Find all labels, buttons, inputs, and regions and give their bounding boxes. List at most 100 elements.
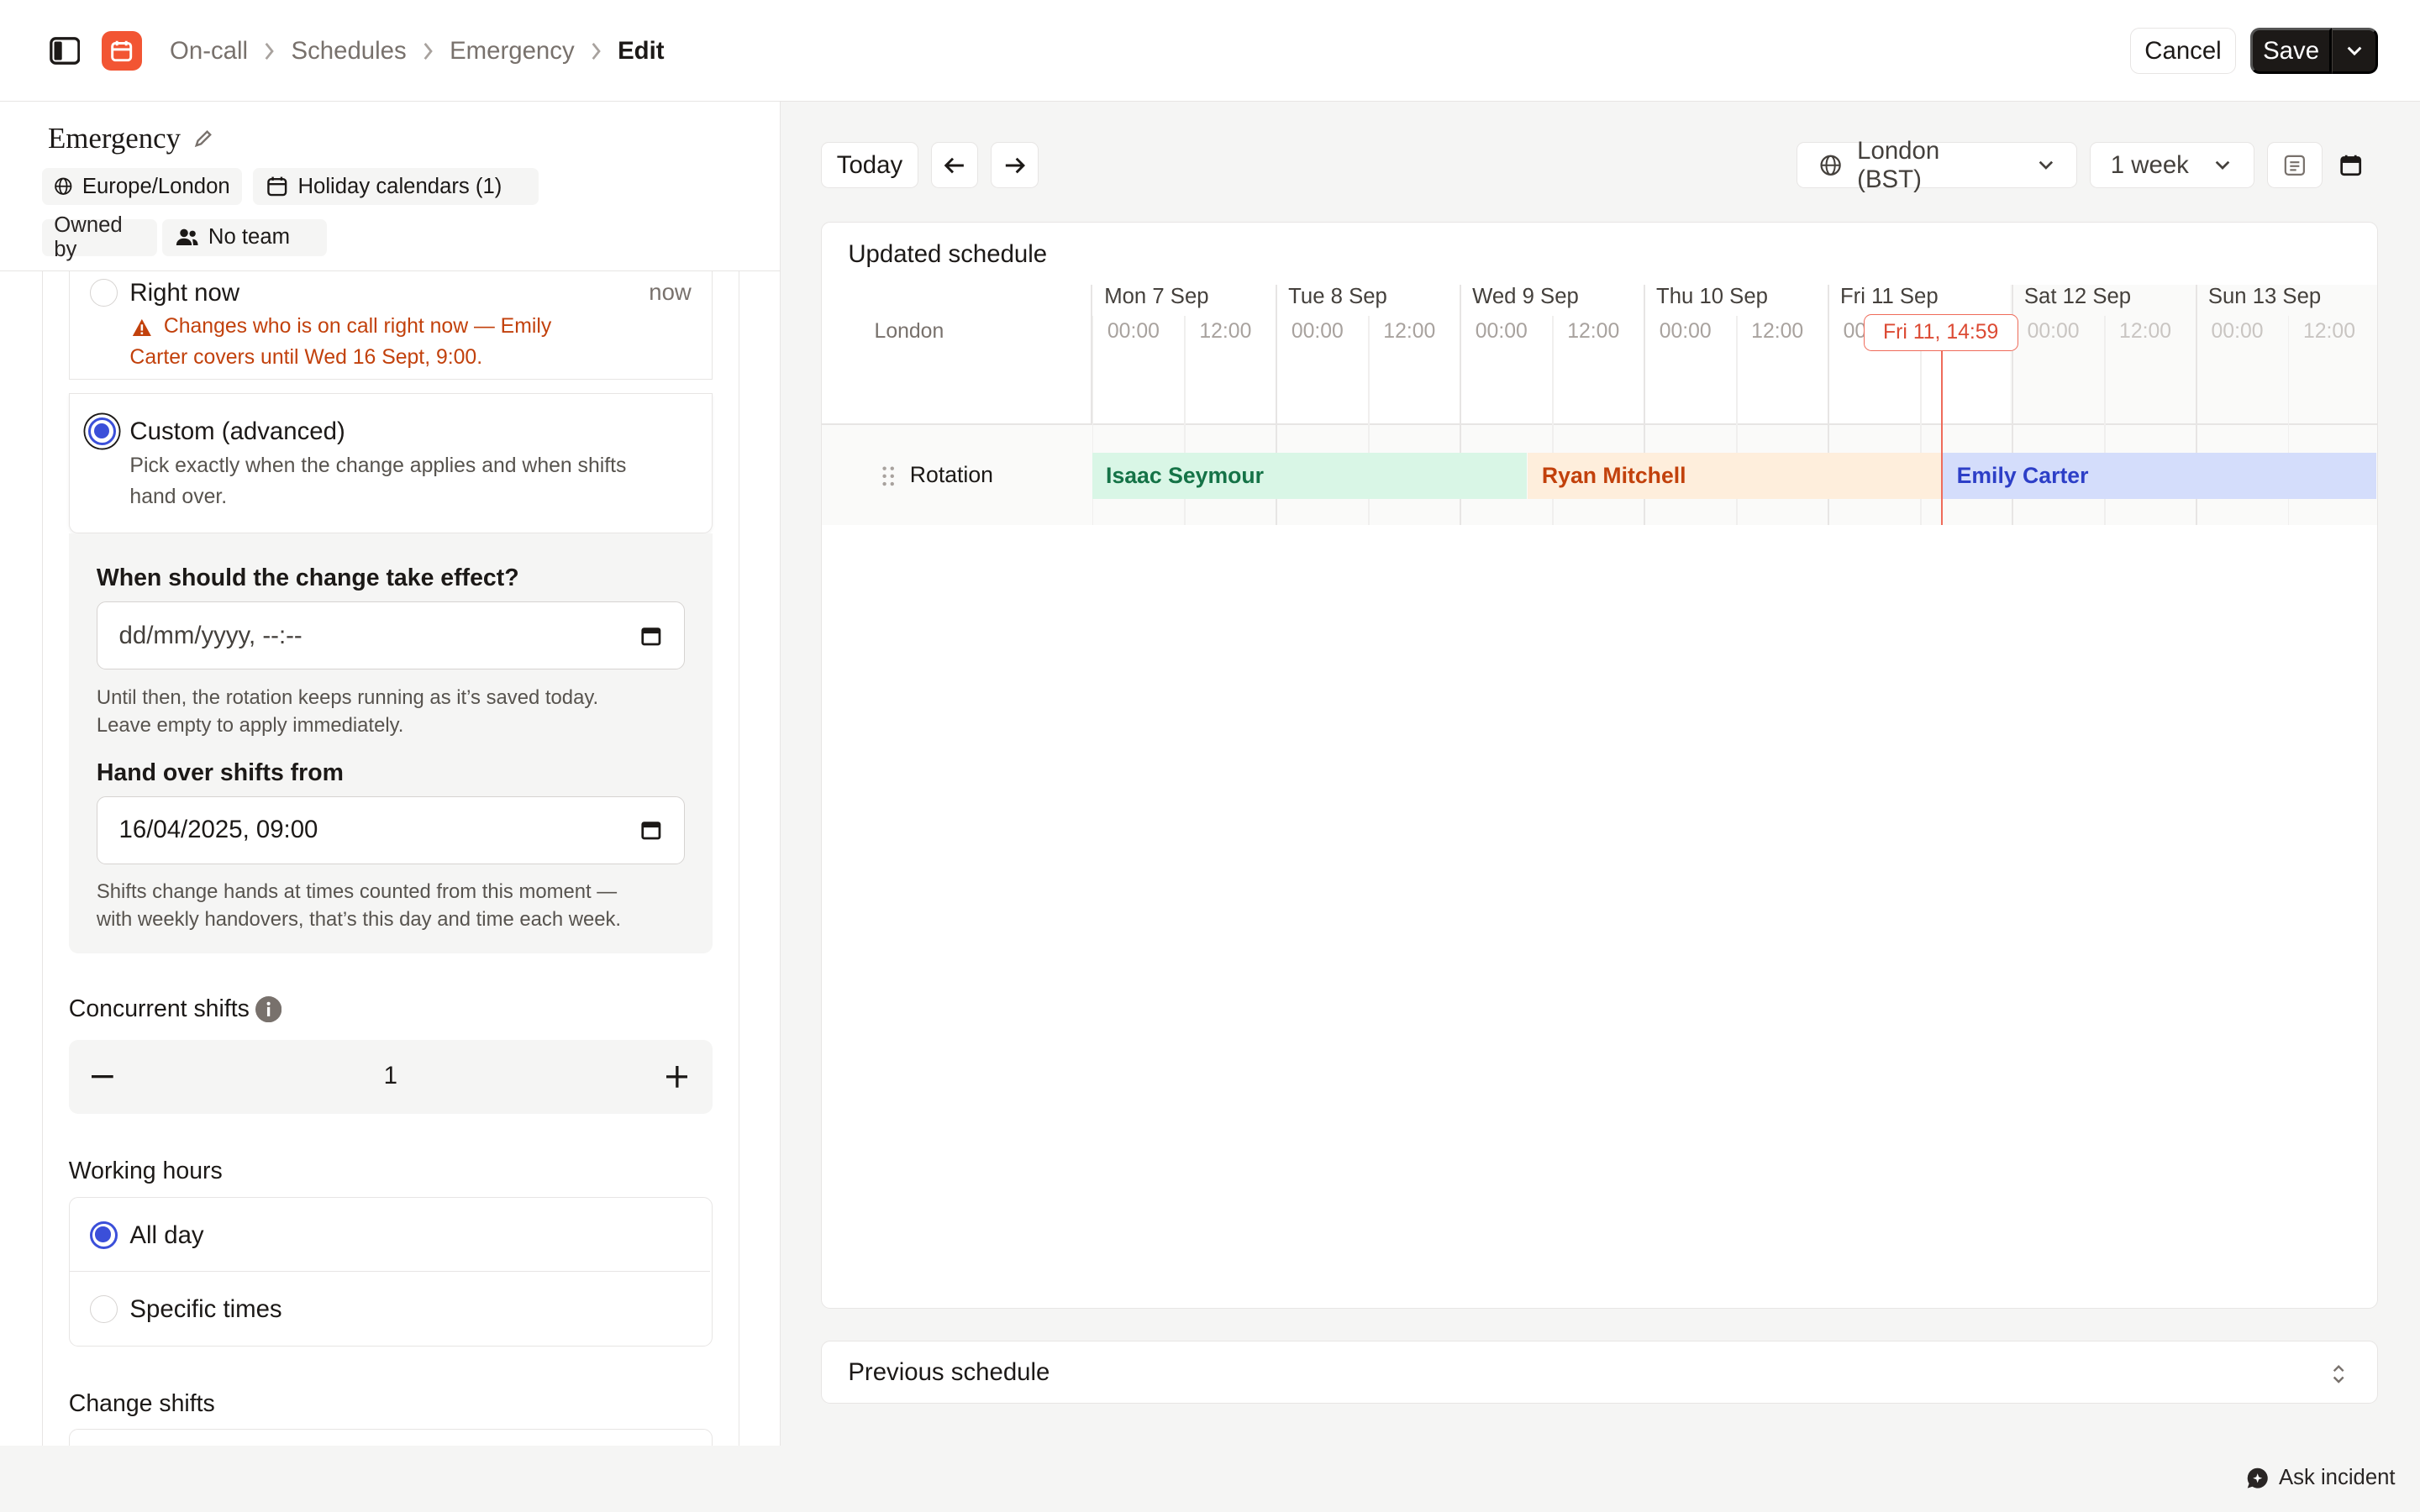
calendar-icon[interactable] bbox=[640, 625, 662, 647]
today-button[interactable]: Today bbox=[821, 141, 918, 189]
holiday-calendars-chip[interactable]: Holiday calendars (1) bbox=[253, 168, 539, 206]
shift-bar[interactable]: Emily Carter bbox=[1943, 453, 2376, 500]
option-right-now[interactable]: Right now now Changes who is on call rig… bbox=[68, 255, 713, 380]
save-button[interactable]: Save bbox=[2249, 28, 2333, 75]
effect-date-value: dd/mm/yyyy, --:-- bbox=[118, 621, 302, 649]
concurrent-shifts-stepper: 1 bbox=[68, 1039, 713, 1115]
option-all-day-label[interactable]: All day bbox=[129, 1221, 203, 1250]
timezone-chip-label: Europe/London bbox=[82, 174, 230, 198]
chevron-down-icon bbox=[2039, 160, 2053, 171]
calendar-view-icon[interactable] bbox=[2338, 153, 2363, 177]
sidebar-toggle-icon[interactable] bbox=[49, 37, 81, 65]
users-icon bbox=[176, 228, 198, 246]
working-hours-label: Working hours bbox=[68, 1157, 223, 1184]
previous-schedule-card[interactable]: Previous schedule bbox=[821, 1341, 2379, 1404]
hour-label: 00:00 bbox=[1291, 320, 1344, 344]
schedule-meta: Emergency Europe/London Holiday calendar… bbox=[0, 102, 781, 272]
drag-handle-icon[interactable] bbox=[881, 465, 896, 487]
globe-icon bbox=[55, 178, 72, 196]
option-custom-desc-line1: Pick exactly when the change applies and… bbox=[129, 454, 627, 478]
ask-incident-label: Ask incident bbox=[2278, 1466, 2396, 1490]
option-specific-times-label[interactable]: Specific times bbox=[129, 1295, 281, 1324]
previous-schedule-title: Previous schedule bbox=[848, 1358, 1050, 1387]
day-header: Sat 12 Sep bbox=[2023, 284, 2132, 308]
change-shifts-card bbox=[68, 1428, 713, 1446]
rotation-row-label: Rotation bbox=[909, 462, 993, 488]
schedule-name[interactable]: Emergency bbox=[48, 122, 213, 155]
warning-icon bbox=[133, 319, 152, 337]
team-chip[interactable]: No team bbox=[161, 218, 328, 256]
pencil-icon[interactable] bbox=[193, 129, 213, 149]
option-right-now-label: Right now bbox=[129, 279, 240, 307]
timezone-select[interactable]: London (BST) bbox=[1796, 137, 2078, 193]
cancel-button[interactable]: Cancel bbox=[2129, 28, 2237, 75]
schedule-name-text: Emergency bbox=[47, 122, 182, 155]
breadcrumb-oncall[interactable]: On-call bbox=[170, 37, 248, 66]
hour-label: 00:00 bbox=[2027, 320, 2080, 344]
now-marker-badge: Fri 11, 14:59 bbox=[1863, 313, 2018, 351]
save-options-button[interactable] bbox=[2332, 28, 2379, 75]
editor-scroll-area[interactable]: Right now now Changes who is on call rig… bbox=[41, 255, 739, 1446]
expand-toggle-icon[interactable] bbox=[2331, 1363, 2346, 1385]
globe-icon bbox=[1820, 155, 1841, 176]
hour-label: 00:00 bbox=[1475, 320, 1528, 344]
calendar-logo-icon bbox=[102, 30, 142, 71]
breadcrumb-schedules[interactable]: Schedules bbox=[291, 37, 406, 66]
ask-incident-button[interactable]: Ask incident bbox=[2245, 1466, 2396, 1490]
concurrent-shifts-label: Concurrent shifts bbox=[69, 995, 282, 1023]
team-chip-label: No team bbox=[208, 225, 291, 249]
chevron-right-icon bbox=[592, 42, 601, 60]
now-tag: now bbox=[649, 279, 692, 306]
list-view-button[interactable] bbox=[2267, 141, 2323, 189]
option-custom[interactable]: Custom (advanced) Pick exactly when the … bbox=[68, 393, 713, 534]
chevron-right-icon bbox=[424, 42, 433, 60]
radio-specific-times[interactable] bbox=[89, 1294, 118, 1324]
next-week-button[interactable] bbox=[991, 141, 1039, 189]
handover-help-line1: Shifts change hands at times counted fro… bbox=[96, 880, 618, 904]
shift-bar[interactable]: Isaac Seymour bbox=[1092, 453, 1527, 500]
schedule-editor-panel: Emergency Europe/London Holiday calendar… bbox=[0, 102, 781, 1446]
previous-week-button[interactable] bbox=[930, 141, 979, 189]
hour-label: 12:00 bbox=[2302, 320, 2355, 344]
radio-right-now[interactable] bbox=[89, 279, 118, 307]
right-now-warning-line2: Carter covers until Wed 16 Sept, 9:00. bbox=[129, 345, 483, 369]
owned-by-label: Owned by bbox=[41, 213, 158, 261]
day-header: Sun 13 Sep bbox=[2207, 284, 2322, 308]
divider bbox=[69, 1270, 711, 1273]
range-select[interactable]: 1 week bbox=[2089, 141, 2255, 189]
timezone-chip[interactable]: Europe/London bbox=[41, 168, 243, 206]
radio-custom[interactable] bbox=[87, 417, 116, 445]
custom-settings: When should the change take effect? dd/m… bbox=[68, 533, 713, 954]
breadcrumb: On-call Schedules Emergency Edit bbox=[170, 35, 665, 66]
effect-date-input[interactable]: dd/mm/yyyy, --:-- bbox=[96, 601, 685, 670]
updated-schedule-card: Updated schedule London Mon 7 Sep 00:00 12… bbox=[821, 222, 2379, 1309]
plus-icon bbox=[666, 1066, 688, 1088]
info-icon[interactable] bbox=[255, 995, 282, 1022]
timezone-row-label: London bbox=[874, 320, 944, 344]
shift-bar[interactable]: Ryan Mitchell bbox=[1528, 453, 1942, 500]
effect-date-label: When should the change take effect? bbox=[96, 564, 519, 592]
handover-help-line2: with weekly handovers, that’s this day a… bbox=[96, 908, 622, 932]
calendar-icon[interactable] bbox=[640, 819, 662, 841]
radio-all-day[interactable] bbox=[89, 1221, 118, 1249]
day-header: Mon 7 Sep bbox=[1104, 284, 1209, 308]
chat-icon bbox=[2247, 1467, 2268, 1488]
handover-input[interactable]: 16/04/2025, 09:00 bbox=[96, 795, 685, 864]
day-header: Wed 9 Sep bbox=[1472, 284, 1579, 308]
effect-date-help-line2: Leave empty to apply immediately. bbox=[96, 713, 404, 737]
concurrent-shifts-value[interactable]: 1 bbox=[69, 1062, 713, 1090]
concurrent-shifts-text: Concurrent shifts bbox=[68, 995, 250, 1022]
holiday-chip-label: Holiday calendars (1) bbox=[297, 174, 502, 198]
change-shifts-label: Change shifts bbox=[68, 1389, 215, 1417]
range-select-value: 1 week bbox=[2110, 150, 2189, 179]
working-hours-options: All day Specific times bbox=[68, 1197, 713, 1347]
breadcrumb-emergency[interactable]: Emergency bbox=[450, 37, 575, 66]
arrow-left-icon bbox=[944, 157, 964, 173]
hour-label: 12:00 bbox=[1751, 320, 1804, 344]
hour-label: 12:00 bbox=[2119, 320, 2172, 344]
increment-button[interactable] bbox=[661, 1062, 692, 1093]
handover-label: Hand over shifts from bbox=[96, 759, 344, 786]
list-view-icon bbox=[2285, 155, 2306, 176]
chevron-down-icon bbox=[2215, 160, 2230, 171]
right-now-warning-line1: Changes who is on call right now — Emily bbox=[163, 315, 552, 338]
